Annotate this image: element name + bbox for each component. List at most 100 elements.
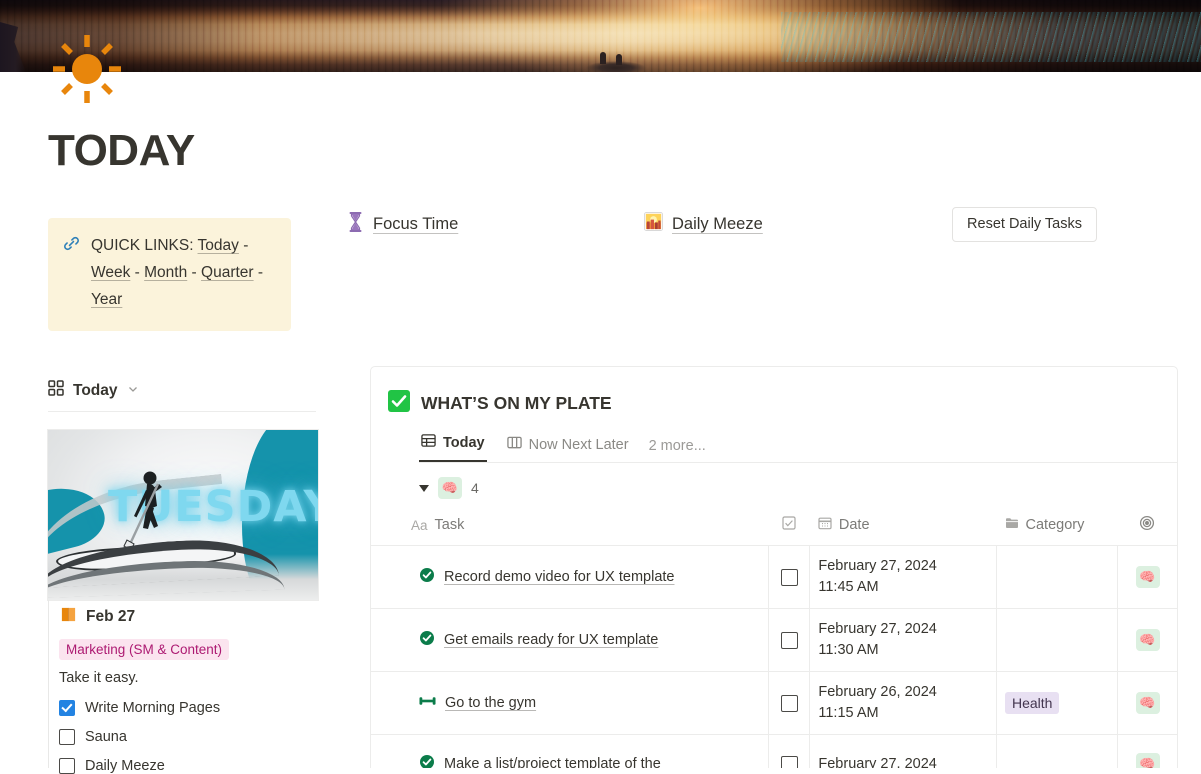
cell-task[interactable]: Make a list/project template of the xyxy=(371,734,770,768)
column-header-task-label: Task xyxy=(434,517,465,533)
cell-task[interactable]: Get emails ready for UX template xyxy=(371,608,770,672)
sep-3: - xyxy=(191,264,197,281)
sun-icon[interactable] xyxy=(50,32,124,106)
row-emoji-badge: 🧠 xyxy=(1135,629,1160,651)
todo-label: Sauna xyxy=(85,729,127,745)
tab-today-label: Today xyxy=(443,434,485,451)
table-row[interactable]: Make a list/project template of the Febr… xyxy=(371,734,1177,769)
chevron-down-icon[interactable] xyxy=(127,382,139,400)
column-header-checkbox[interactable] xyxy=(768,509,810,546)
sunset-over-buildings-icon xyxy=(644,212,663,236)
cover-teal-reflection xyxy=(781,12,1201,62)
quick-links-prefix: QUICK LINKS: xyxy=(91,237,194,254)
row-date: February 27, 2024 xyxy=(818,558,937,574)
task-title: Get emails ready for UX template xyxy=(444,632,659,648)
panel-header: WHAT’S ON MY PLATE xyxy=(371,367,1177,417)
table-header-row: Aa Task Date Category xyxy=(371,509,1177,546)
cell-checkbox[interactable] xyxy=(768,734,811,768)
daily-meeze-label: Daily Meeze xyxy=(672,214,763,233)
quick-link-today[interactable]: Today xyxy=(198,237,239,254)
cell-emoji[interactable]: 🧠 xyxy=(1117,734,1177,768)
sidebar-indent-rail xyxy=(48,600,49,768)
more-tabs-button[interactable]: 2 more... xyxy=(649,438,706,462)
column-header-date[interactable]: Date xyxy=(809,509,997,546)
column-header-task[interactable]: Aa Task xyxy=(371,509,769,546)
row-time: 11:30 AM xyxy=(818,642,879,658)
reset-daily-tasks-button[interactable]: Reset Daily Tasks xyxy=(952,207,1097,243)
focus-time-link[interactable]: Focus Time xyxy=(347,212,458,237)
page-title: TODAY xyxy=(48,126,195,175)
whats-on-my-plate-panel: WHAT’S ON MY PLATE Today Now Next Later … xyxy=(370,366,1178,768)
cell-category[interactable] xyxy=(996,734,1118,768)
task-title: Make a list/project template of the xyxy=(444,756,661,768)
checkbox-unchecked-icon[interactable] xyxy=(59,758,75,774)
select-property-icon xyxy=(1005,516,1019,534)
orange-book-icon xyxy=(60,606,77,628)
cell-category[interactable]: Health xyxy=(996,671,1118,735)
dumbbell-icon xyxy=(419,693,436,713)
cell-date[interactable]: February 27, 2024 11:30 AM xyxy=(809,608,997,672)
cell-checkbox[interactable] xyxy=(768,545,811,609)
day-card-image[interactable]: TUESDAY xyxy=(47,429,319,601)
green-check-circle-icon xyxy=(419,567,435,587)
table-row[interactable]: Get emails ready for UX template Februar… xyxy=(371,608,1177,672)
cell-task[interactable]: Record demo video for UX template xyxy=(371,545,770,609)
task-title: Record demo video for UX template xyxy=(444,569,675,585)
target-property-icon xyxy=(1139,515,1155,535)
link-icon xyxy=(62,232,81,317)
row-date: February 27, 2024 xyxy=(818,755,937,769)
checkbox-unchecked-icon[interactable] xyxy=(59,729,75,745)
group-emoji-badge: 🧠 xyxy=(438,477,462,499)
row-emoji-badge: 🧠 xyxy=(1135,566,1160,588)
group-header-row[interactable]: 🧠 4 xyxy=(371,463,1177,509)
column-header-category[interactable]: Category xyxy=(996,509,1118,546)
checkbox-property-icon xyxy=(782,516,796,534)
cell-date[interactable]: February 27, 2024 xyxy=(809,734,997,769)
row-checkbox[interactable] xyxy=(780,694,798,712)
tasks-table: Aa Task Date Category Record demo video … xyxy=(371,509,1177,768)
cell-date[interactable]: February 26, 2024 11:15 AM xyxy=(809,671,997,735)
sidebar-todo-daily-meeze[interactable]: Daily Meeze xyxy=(59,758,165,774)
card-date-label: Feb 27 xyxy=(86,608,136,625)
cell-category[interactable] xyxy=(996,545,1118,609)
quick-link-year[interactable]: Year xyxy=(91,291,122,308)
green-check-mark-icon xyxy=(388,390,410,417)
cell-emoji[interactable]: 🧠 xyxy=(1117,545,1177,609)
daily-meeze-link[interactable]: Daily Meeze xyxy=(644,212,763,236)
checkbox-checked-icon[interactable] xyxy=(59,700,75,716)
cell-checkbox[interactable] xyxy=(768,671,811,735)
cell-date[interactable]: February 27, 2024 11:45 AM xyxy=(809,545,997,609)
table-row[interactable]: Go to the gym February 26, 2024 11:15 AM… xyxy=(371,671,1177,735)
quick-link-quarter[interactable]: Quarter xyxy=(201,264,254,281)
card-note: Take it easy. xyxy=(59,670,139,686)
sidebar-todo-sauna[interactable]: Sauna xyxy=(59,729,127,745)
board-view-icon xyxy=(506,435,522,454)
sidebar-todo-write-morning-pages[interactable]: Write Morning Pages xyxy=(59,700,220,716)
tab-today[interactable]: Today xyxy=(419,433,487,462)
row-checkbox[interactable] xyxy=(780,631,798,649)
row-emoji-badge: 🧠 xyxy=(1135,692,1160,714)
top-tool-row: Focus Time Daily Meeze Reset Daily Tasks xyxy=(347,207,1097,252)
focus-time-label: Focus Time xyxy=(373,215,459,233)
row-time: 11:45 AM xyxy=(818,579,879,595)
quick-link-week[interactable]: Week xyxy=(91,264,130,281)
row-checkbox[interactable] xyxy=(780,755,798,768)
tab-now-next-later[interactable]: Now Next Later xyxy=(505,435,631,462)
column-header-target[interactable] xyxy=(1117,509,1177,546)
cover-boat-silhouette xyxy=(586,52,646,72)
cell-category[interactable] xyxy=(996,608,1118,672)
table-row[interactable]: Record demo video for UX template Februa… xyxy=(371,545,1177,609)
quick-link-month[interactable]: Month xyxy=(144,264,187,281)
table-view-icon xyxy=(421,433,436,452)
triangle-down-icon[interactable] xyxy=(419,484,429,492)
cell-checkbox[interactable] xyxy=(768,608,811,672)
row-checkbox[interactable] xyxy=(780,568,798,586)
row-time: 11:15 AM xyxy=(818,705,879,721)
cell-task[interactable]: Go to the gym xyxy=(371,671,770,735)
cell-emoji[interactable]: 🧠 xyxy=(1117,608,1177,672)
todo-label: Daily Meeze xyxy=(85,758,165,774)
cell-emoji[interactable]: 🧠 xyxy=(1117,671,1177,735)
group-count: 4 xyxy=(471,480,479,496)
text-property-icon: Aa xyxy=(411,517,428,533)
sidebar-view-header[interactable]: Today xyxy=(48,380,139,401)
